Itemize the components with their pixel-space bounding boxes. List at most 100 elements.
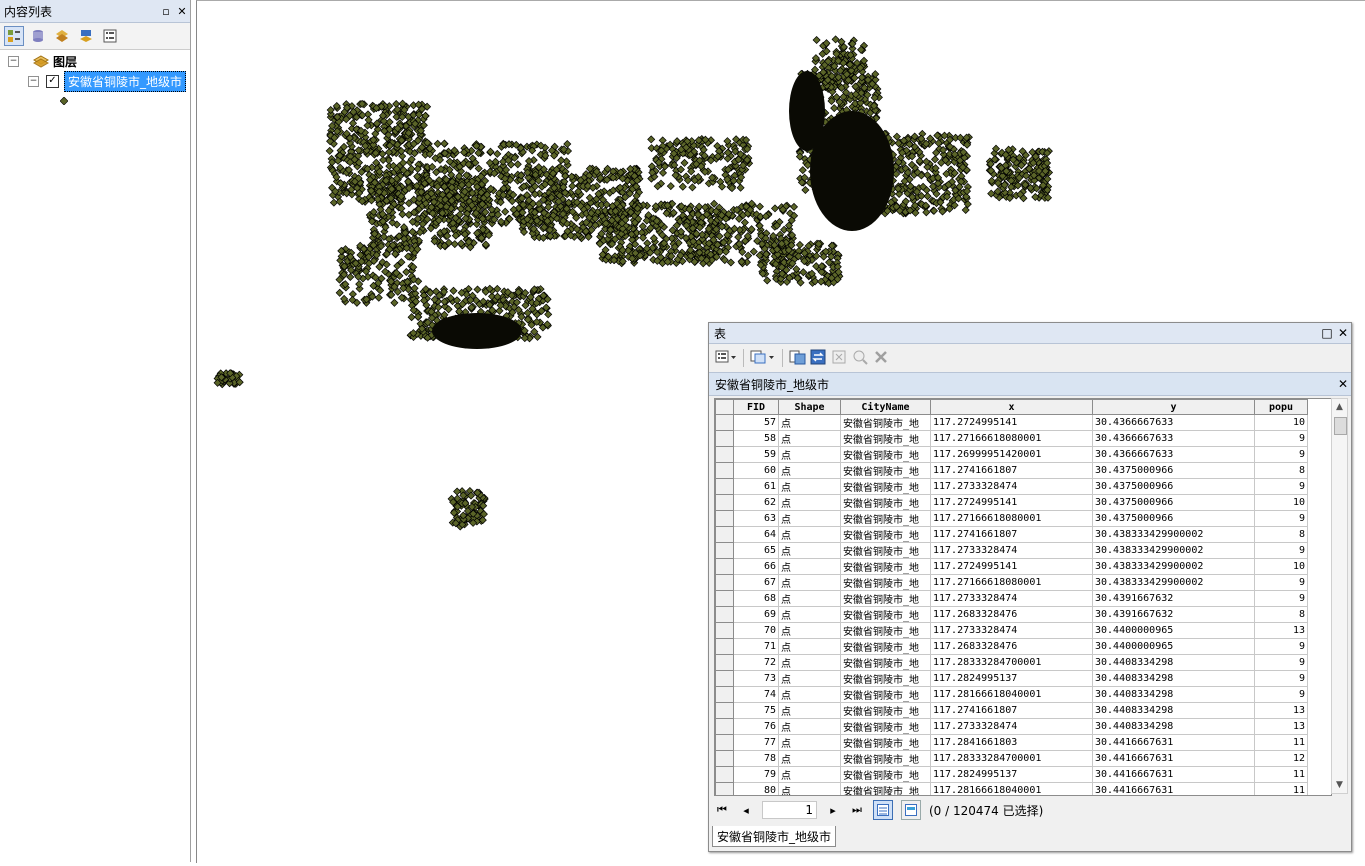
cell-shape[interactable]: 点: [778, 414, 841, 431]
cell-cityname[interactable]: 安徽省铜陵市_地: [840, 606, 931, 623]
cell-cityname[interactable]: 安徽省铜陵市_地: [840, 510, 931, 527]
cell-cityname[interactable]: 安徽省铜陵市_地: [840, 782, 931, 795]
previous-record-icon[interactable]: ◂: [738, 804, 754, 817]
table-row[interactable]: 75 点安徽省铜陵市_地 117.2741661807 30.4408334298 13: [715, 702, 1308, 719]
row-selector[interactable]: [715, 782, 734, 795]
cell-x[interactable]: 117.2741661807: [930, 526, 1093, 543]
cell-popu[interactable]: 9: [1254, 574, 1308, 591]
cell-cityname[interactable]: 安徽省铜陵市_地: [840, 462, 931, 479]
cell-popu[interactable]: 13: [1254, 702, 1308, 719]
table-close-icon[interactable]: ✕: [1335, 326, 1351, 340]
cell-shape[interactable]: 点: [778, 670, 841, 687]
cell-fid[interactable]: 79: [733, 766, 779, 783]
row-selector[interactable]: [715, 734, 734, 751]
table-row[interactable]: 61 点安徽省铜陵市_地 117.2733328474 30.4375000966 9: [715, 478, 1308, 495]
row-selector[interactable]: [715, 718, 734, 735]
cell-cityname[interactable]: 安徽省铜陵市_地: [840, 718, 931, 735]
cell-fid[interactable]: 80: [733, 782, 779, 795]
layer-row[interactable]: − ✓ 安徽省铜陵市_地级市: [28, 70, 187, 92]
cell-shape[interactable]: 点: [778, 734, 841, 751]
cell-x[interactable]: 117.26999951420001: [930, 446, 1093, 463]
row-selector[interactable]: [715, 574, 734, 591]
cell-cityname[interactable]: 安徽省铜陵市_地: [840, 414, 931, 431]
cell-x[interactable]: 117.2824995137: [930, 670, 1093, 687]
cell-y[interactable]: 30.4416667631: [1092, 766, 1255, 783]
cell-y[interactable]: 30.4416667631: [1092, 782, 1255, 795]
cell-y[interactable]: 30.4408334298: [1092, 670, 1255, 687]
cell-popu[interactable]: 8: [1254, 526, 1308, 543]
select-by-attributes-icon[interactable]: [789, 349, 807, 368]
row-selector[interactable]: [715, 702, 734, 719]
cell-fid[interactable]: 77: [733, 734, 779, 751]
row-selector[interactable]: [715, 590, 734, 607]
cell-popu[interactable]: 9: [1254, 510, 1308, 527]
cell-fid[interactable]: 72: [733, 654, 779, 671]
cell-fid[interactable]: 58: [733, 430, 779, 447]
list-by-visibility-icon[interactable]: [52, 26, 72, 46]
pin-icon[interactable]: ▫: [158, 5, 174, 18]
cell-y[interactable]: 30.4366667633: [1092, 430, 1255, 447]
cell-popu[interactable]: 8: [1254, 606, 1308, 623]
cell-cityname[interactable]: 安徽省铜陵市_地: [840, 494, 931, 511]
cell-shape[interactable]: 点: [778, 718, 841, 735]
cell-fid[interactable]: 68: [733, 590, 779, 607]
cell-fid[interactable]: 76: [733, 718, 779, 735]
table-row[interactable]: 68 点安徽省铜陵市_地 117.2733328474 30.4391667632 9: [715, 590, 1308, 607]
cell-popu[interactable]: 10: [1254, 558, 1308, 575]
table-row[interactable]: 80 点安徽省铜陵市_地 117.28166618040001 30.44166676…: [715, 782, 1308, 795]
cell-popu[interactable]: 11: [1254, 766, 1308, 783]
scroll-down-icon[interactable]: ▼: [1332, 777, 1347, 793]
cell-fid[interactable]: 65: [733, 542, 779, 559]
cell-y[interactable]: 30.4366667633: [1092, 414, 1255, 431]
column-header[interactable]: x: [930, 399, 1093, 415]
cell-shape[interactable]: 点: [778, 430, 841, 447]
cell-x[interactable]: 117.2724995141: [930, 494, 1093, 511]
cell-x[interactable]: 117.2724995141: [930, 558, 1093, 575]
list-by-selection-icon[interactable]: [76, 26, 96, 46]
cell-y[interactable]: 30.4391667632: [1092, 606, 1255, 623]
collapse-layer-icon[interactable]: −: [28, 75, 39, 87]
row-selector[interactable]: [715, 622, 734, 639]
row-selector[interactable]: [715, 750, 734, 767]
table-layer-tab[interactable]: 安徽省铜陵市_地级市 ✕: [709, 372, 1351, 396]
cell-y[interactable]: 30.4366667633: [1092, 446, 1255, 463]
toc-close-icon[interactable]: ✕: [174, 5, 190, 18]
cell-shape[interactable]: 点: [778, 526, 841, 543]
cell-cityname[interactable]: 安徽省铜陵市_地: [840, 670, 931, 687]
cell-y[interactable]: 30.4375000966: [1092, 494, 1255, 511]
row-selector[interactable]: [715, 510, 734, 527]
column-header[interactable]: popu: [1254, 399, 1308, 415]
cell-cityname[interactable]: 安徽省铜陵市_地: [840, 430, 931, 447]
cell-shape[interactable]: 点: [778, 638, 841, 655]
row-selector[interactable]: [715, 542, 734, 559]
cell-y[interactable]: 30.4375000966: [1092, 510, 1255, 527]
row-selector[interactable]: [715, 766, 734, 783]
table-row[interactable]: 57 点安徽省铜陵市_地 117.2724995141 30.4366667633 10: [715, 414, 1308, 431]
cell-popu[interactable]: 11: [1254, 734, 1308, 751]
close-tab-icon[interactable]: ✕: [1335, 377, 1351, 391]
clear-selection-icon[interactable]: [831, 349, 849, 368]
cell-x[interactable]: 117.2841661803: [930, 734, 1093, 751]
cell-popu[interactable]: 13: [1254, 718, 1308, 735]
cell-shape[interactable]: 点: [778, 782, 841, 795]
scrollbar-thumb[interactable]: [1334, 417, 1347, 435]
cell-shape[interactable]: 点: [778, 590, 841, 607]
cell-y[interactable]: 30.4408334298: [1092, 718, 1255, 735]
cell-shape[interactable]: 点: [778, 654, 841, 671]
row-selector[interactable]: [715, 494, 734, 511]
table-row[interactable]: 67 点安徽省铜陵市_地 117.27166618080001 30.43833342…: [715, 574, 1308, 591]
cell-y[interactable]: 30.438333429900002: [1092, 558, 1255, 575]
table-row[interactable]: 72 点安徽省铜陵市_地 117.28333284700001 30.44083342…: [715, 654, 1308, 671]
toc-options-icon[interactable]: [100, 26, 120, 46]
table-vertical-scrollbar[interactable]: ▲ ▼: [1331, 398, 1348, 794]
cell-x[interactable]: 117.28333284700001: [930, 750, 1093, 767]
cell-y[interactable]: 30.4375000966: [1092, 462, 1255, 479]
table-row[interactable]: 78 点安徽省铜陵市_地 117.28333284700001 30.44166676…: [715, 750, 1308, 767]
first-page-icon[interactable]: ⏮: [714, 803, 730, 817]
column-header[interactable]: y: [1092, 399, 1255, 415]
table-row[interactable]: 77 点安徽省铜陵市_地 117.2841661803 30.4416667631 11: [715, 734, 1308, 751]
cell-shape[interactable]: 点: [778, 606, 841, 623]
table-row[interactable]: 65 点安徽省铜陵市_地 117.2733328474 30.438333429900…: [715, 542, 1308, 559]
cell-cityname[interactable]: 安徽省铜陵市_地: [840, 622, 931, 639]
row-selector[interactable]: [715, 414, 734, 431]
